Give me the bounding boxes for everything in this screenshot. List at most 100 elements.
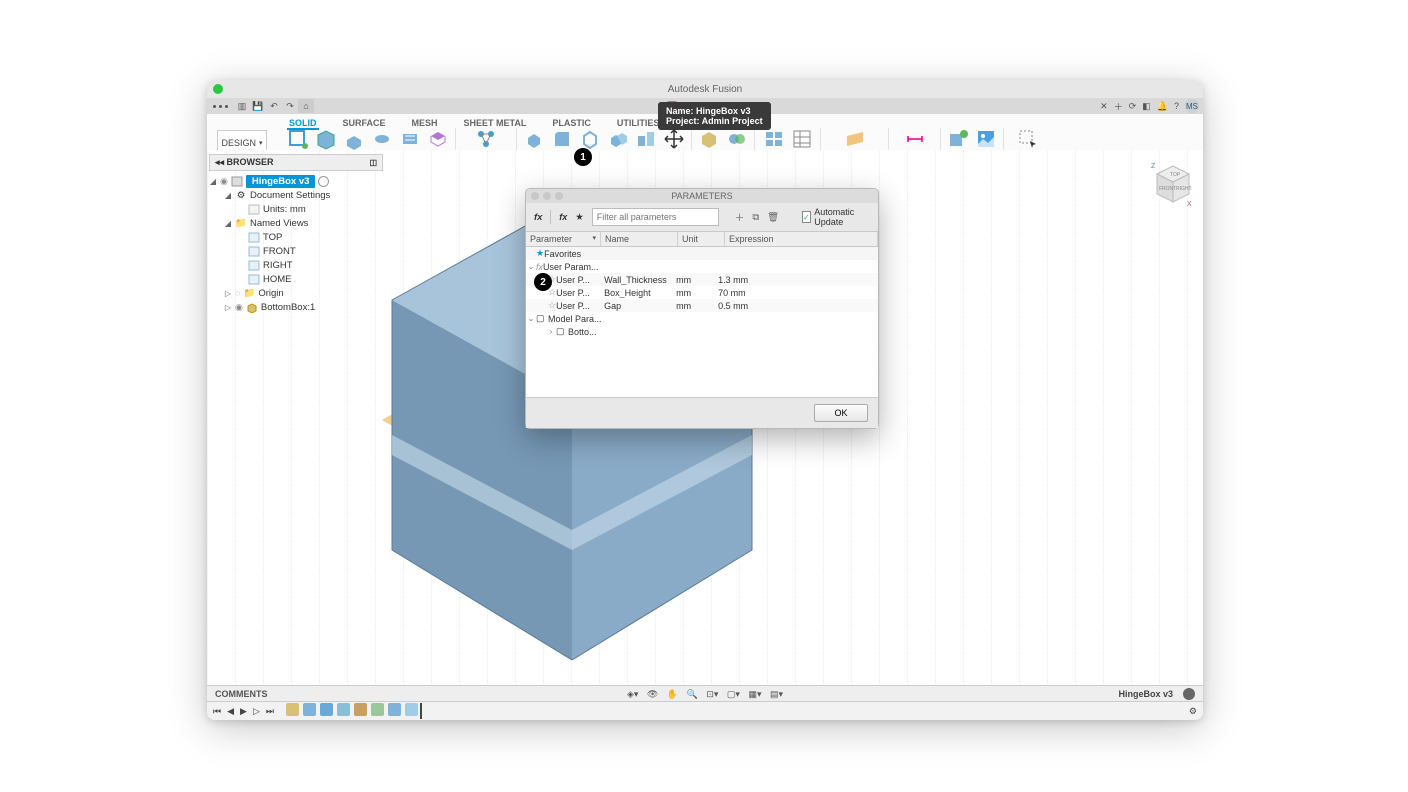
timeline-fwd-icon[interactable]: ▷ xyxy=(253,706,260,717)
emboss-icon[interactable] xyxy=(399,128,421,150)
shell-icon[interactable] xyxy=(579,128,601,150)
joint-icon[interactable] xyxy=(726,128,748,150)
viewcube[interactable]: TOP FRONT RIGHT Z X xyxy=(1145,160,1189,204)
param-row[interactable]: ☆ User P... Box_Height mm 70 mm xyxy=(526,286,878,299)
timeline-end-icon[interactable]: ⏭ xyxy=(266,706,274,717)
tree-view-top[interactable]: TOP xyxy=(209,230,383,244)
browser-title: BROWSER xyxy=(227,157,274,167)
tree-view-right[interactable]: RIGHT xyxy=(209,258,383,272)
row-model-child[interactable]: › ▢ Botto... xyxy=(526,325,878,338)
fit-icon[interactable]: ⊡▾ xyxy=(706,689,718,699)
dialog-traffic-lights[interactable] xyxy=(531,192,563,200)
automate-icon[interactable] xyxy=(475,128,497,150)
param-row[interactable]: ☆ User P... Wall_Thickness mm 1.3 mm xyxy=(526,273,878,286)
orbit-icon[interactable]: ◈▾ xyxy=(627,689,638,699)
row-user-params[interactable]: ⌄fx User Param... xyxy=(526,260,878,273)
dialog-title[interactable]: PARAMETERS xyxy=(526,189,878,203)
form-icon[interactable] xyxy=(427,128,449,150)
col-expression[interactable]: Expression xyxy=(725,232,878,246)
timeline-step[interactable] xyxy=(388,703,401,716)
revolve-icon[interactable] xyxy=(371,128,393,150)
favorite-filter-icon[interactable]: ★ xyxy=(575,212,584,223)
timeline-steps[interactable] xyxy=(286,703,422,719)
browser-header[interactable]: ◂◂ BROWSER ◫ xyxy=(209,154,383,171)
fillet-icon[interactable] xyxy=(551,128,573,150)
delete-param-icon[interactable]: 🗑 xyxy=(767,212,779,223)
col-name[interactable]: Name xyxy=(601,232,678,246)
configure-icon[interactable] xyxy=(763,128,785,150)
app-menu-icon[interactable] xyxy=(207,105,234,108)
notifications-icon[interactable]: 🔔 xyxy=(1157,101,1168,112)
timeline-step[interactable] xyxy=(371,703,384,716)
close-tab-icon[interactable]: ✕ xyxy=(1100,101,1108,112)
share-icon[interactable] xyxy=(1183,688,1195,700)
insert-decal-icon[interactable] xyxy=(975,128,997,150)
display-icon[interactable]: ▢▾ xyxy=(727,689,740,699)
timeline-step[interactable] xyxy=(337,703,350,716)
user-avatar[interactable]: MS xyxy=(1185,99,1199,113)
comments-toggle[interactable]: COMMENTS xyxy=(207,689,276,699)
dialog-title-label: PARAMETERS xyxy=(671,191,732,201)
viewport-icon[interactable]: ▤▾ xyxy=(770,689,783,699)
plane-icon[interactable] xyxy=(844,128,866,150)
undo-icon[interactable]: ↶ xyxy=(266,99,282,113)
home-tab-icon[interactable]: ⌂ xyxy=(298,99,314,113)
tree-units[interactable]: Units: mm xyxy=(209,202,383,216)
filter-input[interactable] xyxy=(592,208,719,226)
col-parameter[interactable]: Parameter ▾ xyxy=(526,232,601,246)
browser-expand-icon[interactable]: ◫ xyxy=(369,158,377,167)
box-icon[interactable] xyxy=(315,128,337,150)
timeline-settings-icon[interactable]: ⚙ xyxy=(1189,706,1197,717)
timeline-step[interactable] xyxy=(286,703,299,716)
tree-component[interactable]: ▷◉ BottomBox:1 xyxy=(209,300,383,314)
tree-view-home[interactable]: HOME xyxy=(209,272,383,286)
timeline-play-icon[interactable]: ▶ xyxy=(240,706,247,717)
tree-root[interactable]: ◢◉ HingeBox v3 xyxy=(209,174,383,188)
align-icon[interactable] xyxy=(635,128,657,150)
col-unit[interactable]: Unit xyxy=(678,232,725,246)
timeline-back-icon[interactable]: ◀ xyxy=(227,706,234,717)
timeline-start-icon[interactable]: ⏮ xyxy=(213,706,221,717)
grid-display-icon[interactable]: ▦▾ xyxy=(748,689,761,699)
timeline-step[interactable] xyxy=(320,703,333,716)
tree-view-front[interactable]: FRONT xyxy=(209,244,383,258)
tree-named-views[interactable]: ◢ 📁 Named Views xyxy=(209,216,383,230)
tree-doc-settings[interactable]: ◢ ⚙ Document Settings xyxy=(209,188,383,202)
sketch-icon[interactable] xyxy=(287,128,309,150)
traffic-light-green[interactable] xyxy=(213,84,223,94)
new-tab-icon[interactable]: ＋ xyxy=(1114,100,1123,113)
move-icon[interactable] xyxy=(663,128,685,150)
combine-icon[interactable] xyxy=(607,128,629,150)
param-row[interactable]: ☆ User P... Gap mm 0.5 mm xyxy=(526,299,878,312)
refresh-icon[interactable]: ⟳ xyxy=(1129,101,1137,112)
fx-icon[interactable]: fx xyxy=(534,212,542,223)
fx-small-icon[interactable]: fx xyxy=(559,212,567,222)
ok-button[interactable]: OK xyxy=(814,404,868,422)
row-model-params[interactable]: ⌄ ▢ Model Para... xyxy=(526,312,878,325)
select-icon[interactable] xyxy=(1017,128,1039,150)
data-panel-icon[interactable]: ▥ xyxy=(234,99,250,113)
tree-origin[interactable]: ▷◌ 📁 Origin xyxy=(209,286,383,300)
insert-derive-icon[interactable] xyxy=(947,128,969,150)
timeline-step[interactable] xyxy=(405,703,418,716)
pan-icon[interactable]: ✋ xyxy=(667,689,678,699)
help-icon[interactable]: ? xyxy=(1174,101,1179,111)
zoom-icon[interactable]: 🔍 xyxy=(687,689,698,699)
measure-icon[interactable] xyxy=(904,128,926,150)
parameters-icon[interactable] xyxy=(791,128,813,150)
copy-param-icon[interactable]: ⧉ xyxy=(752,212,759,223)
save-icon[interactable]: 💾 xyxy=(250,99,266,113)
extensions-icon[interactable]: ◧ xyxy=(1142,101,1151,112)
timeline-playhead[interactable] xyxy=(420,703,422,719)
auto-update-toggle[interactable]: ✓ Automatic Update xyxy=(802,207,871,227)
timeline-step[interactable] xyxy=(303,703,316,716)
component-icon[interactable] xyxy=(698,128,720,150)
look-icon[interactable]: 👁 xyxy=(647,689,658,699)
tree-root-activate[interactable] xyxy=(318,176,329,187)
press-pull-icon[interactable] xyxy=(523,128,545,150)
redo-icon[interactable]: ↷ xyxy=(282,99,298,113)
timeline-step[interactable] xyxy=(354,703,367,716)
extrude-icon[interactable] xyxy=(343,128,365,150)
add-param-icon[interactable]: ＋ xyxy=(735,210,745,224)
row-favorites[interactable]: ★ Favorites xyxy=(526,247,878,260)
